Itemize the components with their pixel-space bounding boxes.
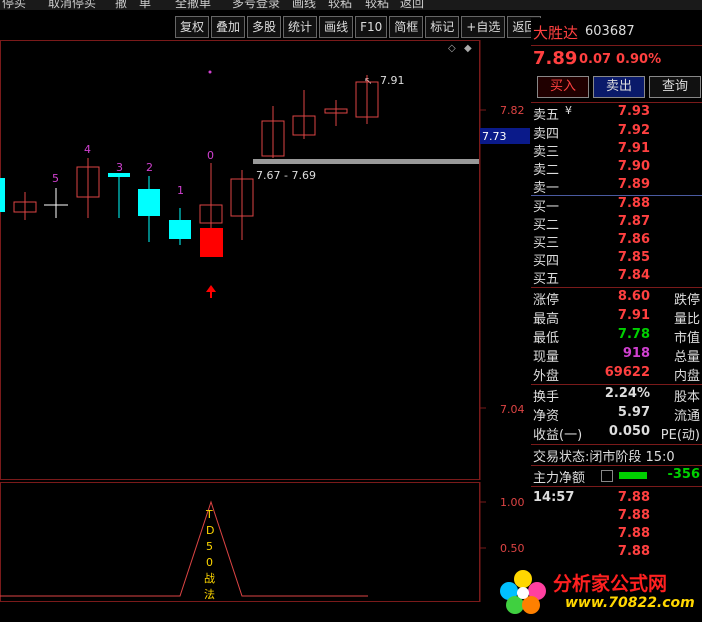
stock-code: 603687: [585, 24, 635, 39]
topbar-item[interactable]: 返回: [400, 0, 424, 10]
current-price: 7.89: [533, 48, 578, 69]
tick-row: 14:57 7.88: [533, 490, 650, 505]
topbar-item[interactable]: 全撤单: [175, 0, 211, 10]
count-label: 2: [146, 161, 153, 174]
sub-axis-label: 0.50: [500, 542, 525, 555]
tb-draw-line-button[interactable]: 画线: [319, 16, 354, 38]
stat-row: 现量 918 总量: [533, 346, 700, 365]
candle: [138, 189, 160, 216]
stat-row: 最低 7.78 市值: [533, 327, 700, 346]
tb-f10-button[interactable]: F10: [355, 16, 388, 38]
tick-row: 7.88: [617, 526, 650, 541]
sell-button[interactable]: 卖出: [593, 76, 645, 98]
sell-order-row[interactable]: 卖一 7.89: [531, 177, 702, 196]
topbar-item[interactable]: 停买: [2, 0, 26, 10]
tb-add-favorite-button[interactable]: +自选: [461, 16, 506, 38]
candlestick-chart[interactable]: ◇ ◆ 7.82 7.73 7.04 7.67 - 7.69 ↖ 7.91 5 …: [0, 40, 530, 480]
buy-signal-arrow-icon: [206, 285, 216, 298]
flow-bar: [619, 472, 647, 479]
count-label: 3: [116, 161, 123, 174]
signal-block: [200, 228, 223, 257]
price-tick-label: 7.82: [500, 104, 525, 117]
topbar-item[interactable]: 画线: [292, 0, 316, 10]
td50-line: [0, 500, 368, 597]
td-label-char: D: [206, 524, 214, 537]
stat-row: 收益(一) 0.050 PE(动): [533, 424, 700, 443]
watermark-url: www.70822.com: [565, 595, 695, 611]
td-label-char: 0: [206, 556, 213, 569]
support-line-bar: [253, 159, 479, 164]
buy-order-row[interactable]: 买四 7.85: [531, 250, 702, 269]
signal-dot: [208, 70, 212, 74]
tb-stats-button[interactable]: 统计: [283, 16, 318, 38]
chart-frame: [0, 40, 480, 480]
stat-row: 换手 2.24% 股本: [533, 386, 700, 405]
buy-order-row[interactable]: 买二 7.87: [531, 214, 702, 233]
sell-order-row[interactable]: 卖四 7.92: [531, 123, 702, 142]
tick-row: 7.88: [617, 544, 650, 559]
td50-indicator-chart[interactable]: 1.00 0.50 T D 5 0 战 法: [0, 482, 530, 602]
tb-overlay-button[interactable]: 叠加: [211, 16, 246, 38]
buy-order-row[interactable]: 买一 7.88: [531, 196, 702, 215]
watermark-title: 分析家公式网: [553, 573, 668, 595]
price-change-pct: 0.90%: [616, 52, 662, 67]
td-label-char: 法: [204, 587, 215, 601]
sell-order-row[interactable]: 卖二 7.90: [531, 159, 702, 178]
expand-icon: ◆: [464, 43, 472, 54]
buy-order-row[interactable]: 买三 7.86: [531, 232, 702, 251]
tb-fuquan-button[interactable]: 复权: [175, 16, 210, 38]
price-change: 0.07: [579, 52, 612, 67]
candle: [169, 220, 191, 239]
sell-order-row[interactable]: 卖五 ¥7.93: [531, 104, 702, 123]
stat-row: 外盘 69622 内盘: [533, 365, 700, 384]
count-label: 4: [84, 143, 91, 156]
price-tick-label: 7.04: [500, 403, 525, 416]
subchart-frame: [0, 482, 480, 602]
buy-button[interactable]: 买入: [537, 76, 589, 98]
query-button[interactable]: 查询: [649, 76, 701, 98]
sub-axis-label: 1.00: [500, 496, 525, 509]
td-label-char: 战: [204, 572, 215, 585]
stat-row: 最高 7.91 量比: [533, 308, 700, 327]
chart-toolbar: 复权 叠加 多股 统计 画线 F10 简框 标记 +自选 返回: [175, 16, 543, 38]
range-label: 7.67 - 7.69: [256, 169, 316, 182]
flower-logo-icon: [500, 570, 546, 614]
topbar-item[interactable]: 取消停买: [48, 0, 96, 10]
count-label: 1: [177, 184, 184, 197]
topbar-item[interactable]: 较粘: [328, 0, 352, 10]
stat-row: 涨停 8.60 跌停: [533, 289, 700, 308]
td-label-char: 5: [206, 540, 213, 553]
high-price-label: 7.91: [380, 74, 405, 87]
tick-row: 7.88: [617, 508, 650, 523]
topbar-item[interactable]: 撤 单: [115, 0, 151, 10]
trade-status: 交易状态:闭市阶段 15:0: [533, 450, 675, 465]
current-price-tag: 7.73: [482, 130, 507, 143]
topbar-item[interactable]: 多号登录: [232, 0, 280, 10]
stat-row: 净资 5.97 流通: [533, 405, 700, 424]
main-flow-row: 主力净额 -356: [533, 467, 700, 486]
site-watermark: 分析家公式网 www.70822.com: [495, 565, 695, 617]
sell-order-row[interactable]: 卖三 7.91: [531, 141, 702, 160]
top-menu-bar: 停买 取消停买 撤 单 全撤单 多号登录 画线 较粘 较粘 返回: [0, 0, 702, 10]
buy-order-row[interactable]: 买五 7.84: [531, 268, 702, 287]
count-label: 5: [52, 172, 59, 185]
tb-simple-frame-button[interactable]: 简框: [389, 16, 424, 38]
flow-toggle-icon: [601, 470, 613, 482]
td-label-char: T: [205, 508, 213, 521]
count-label: 0: [207, 149, 214, 162]
tb-mark-button[interactable]: 标记: [425, 16, 460, 38]
stock-name: 大胜达: [533, 24, 579, 42]
diamond-icon: ◇: [448, 43, 456, 54]
topbar-item[interactable]: 较粘: [365, 0, 389, 10]
tb-multi-stock-button[interactable]: 多股: [247, 16, 282, 38]
candles: [0, 75, 379, 257]
candle: [0, 178, 5, 212]
quote-panel: 大胜达 603687 7.89 0.07 0.90% 买入 卖出 查询 卖五 ¥7…: [531, 18, 702, 622]
